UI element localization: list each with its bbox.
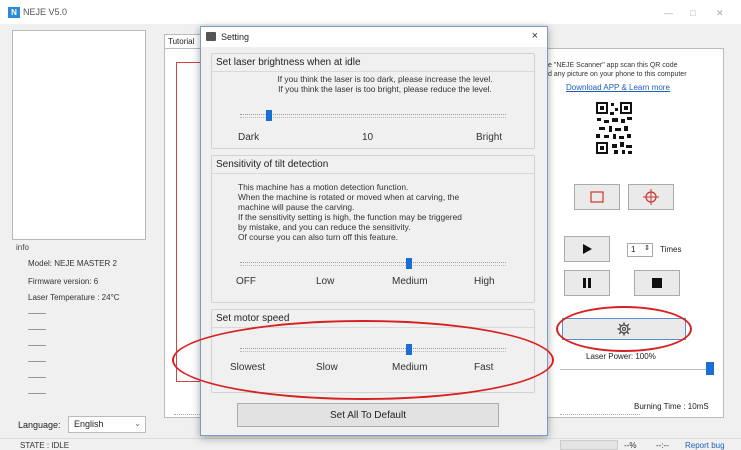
tilt-desc-line-3: machine will pause the carving. bbox=[238, 202, 355, 212]
brightness-slider-track[interactable] bbox=[240, 114, 506, 118]
laser-power-label: Laser Power: 100% bbox=[586, 352, 656, 361]
model-text: Model: NEJE MASTER 2 bbox=[28, 259, 117, 268]
crosshair-icon bbox=[629, 185, 673, 209]
tilt-desc-line-5: by mistake, and you can reduce the sensi… bbox=[238, 222, 411, 232]
app-logo: N bbox=[8, 7, 20, 18]
brightness-desc-1: If you think the laser is too dark, plea… bbox=[277, 74, 493, 84]
frame-button[interactable] bbox=[574, 184, 620, 210]
brightness-group: Set laser brightness when at idle If you… bbox=[211, 53, 535, 149]
image-list[interactable] bbox=[12, 30, 146, 240]
qr-instruction-line-2: d any picture on your phone to this comp… bbox=[548, 71, 687, 78]
group-separator bbox=[212, 71, 534, 72]
times-label: Times bbox=[660, 245, 682, 254]
state-text: STATE : IDLE bbox=[20, 441, 70, 450]
tilt-level-medium: Medium bbox=[392, 276, 428, 287]
firmware-text: Firmware version: 6 bbox=[28, 277, 99, 286]
printer-icon bbox=[206, 32, 216, 41]
dialog-titlebar: Setting × bbox=[201, 27, 547, 47]
group-separator bbox=[212, 327, 534, 328]
tilt-desc-line-2: When the machine is rotated or moved whe… bbox=[238, 192, 460, 202]
gear-icon bbox=[563, 319, 685, 339]
qr-code-image bbox=[594, 100, 634, 156]
laser-power-slider-thumb[interactable] bbox=[706, 362, 714, 375]
laser-power-slider-track[interactable] bbox=[560, 369, 714, 370]
language-value: English bbox=[74, 419, 104, 429]
set-all-default-button[interactable]: Set All To Default bbox=[237, 403, 499, 427]
info-divider bbox=[28, 345, 46, 346]
info-divider bbox=[28, 313, 46, 314]
tilt-slider-track[interactable] bbox=[240, 262, 506, 266]
maximize-button[interactable]: □ bbox=[690, 8, 695, 18]
play-icon bbox=[565, 237, 609, 261]
motor-speed-fast: Fast bbox=[474, 362, 494, 373]
info-divider bbox=[28, 393, 46, 394]
language-select[interactable]: English ⌄ bbox=[68, 416, 146, 433]
times-value: 1 bbox=[631, 245, 636, 254]
info-divider bbox=[28, 329, 46, 330]
brightness-value-label: 10 bbox=[362, 132, 374, 143]
settings-dialog: Setting × Set laser brightness when at i… bbox=[200, 26, 548, 436]
center-button[interactable] bbox=[628, 184, 674, 210]
pause-icon bbox=[565, 271, 609, 295]
motor-speed-group: Set motor speed Slowest Slow Medium Fast bbox=[211, 309, 535, 393]
motor-speed-slow: Slow bbox=[316, 362, 338, 373]
brightness-desc-2: If you think the laser is too bright, pl… bbox=[278, 84, 492, 94]
temperature-text: Laser Temperature : 24°C bbox=[28, 293, 120, 302]
burning-time-label: Burning Time : 10mS bbox=[634, 402, 709, 411]
stepper-arrows-icon: ⇕ bbox=[644, 245, 650, 252]
close-button[interactable]: ✕ bbox=[716, 8, 724, 19]
motor-speed-slowest: Slowest bbox=[230, 362, 266, 373]
pause-button[interactable] bbox=[564, 270, 610, 296]
progress-box bbox=[560, 440, 618, 450]
times-stepper[interactable]: 1 ⇕ bbox=[627, 243, 653, 257]
info-panel: info Model: NEJE MASTER 2 Firmware versi… bbox=[12, 243, 146, 403]
stop-button[interactable] bbox=[634, 270, 680, 296]
tilt-desc-line-1: This machine has a motion detection func… bbox=[238, 182, 409, 192]
elapsed-time: --:-- bbox=[656, 441, 669, 450]
qr-instruction-line-1: e "NEJE Scanner" app scan this QR code bbox=[548, 62, 678, 69]
tilt-level-low: Low bbox=[316, 276, 335, 287]
progress-percent: --% bbox=[624, 441, 637, 450]
motor-speed-title: Set motor speed bbox=[216, 313, 290, 324]
motor-speed-medium: Medium bbox=[392, 362, 428, 373]
dialog-title: Setting bbox=[221, 32, 250, 42]
motor-speed-slider-track[interactable] bbox=[240, 348, 506, 352]
tilt-level-off: OFF bbox=[236, 276, 256, 287]
main-titlebar: N NEJE V5.0 — □ ✕ bbox=[0, 0, 741, 24]
tilt-desc-line-4: If the sensitivity setting is high, the … bbox=[238, 212, 462, 222]
canvas-ruler bbox=[174, 414, 200, 415]
stop-icon bbox=[635, 271, 679, 295]
motor-speed-slider-thumb[interactable] bbox=[406, 344, 412, 355]
dialog-close-button[interactable]: × bbox=[532, 30, 538, 42]
brightness-min-label: Dark bbox=[238, 132, 260, 143]
report-bug-link[interactable]: Report bug bbox=[685, 441, 725, 450]
settings-button[interactable] bbox=[562, 318, 686, 340]
tilt-title: Sensitivity of tilt detection bbox=[216, 159, 329, 170]
app-title: NEJE V5.0 bbox=[23, 7, 68, 17]
brightness-slider-thumb[interactable] bbox=[266, 110, 272, 121]
minimize-button[interactable]: — bbox=[664, 8, 673, 18]
burning-time-track[interactable] bbox=[560, 414, 640, 415]
brightness-max-label: Bright bbox=[476, 132, 503, 143]
info-divider bbox=[28, 361, 46, 362]
download-app-link[interactable]: Download APP & Learn more bbox=[566, 83, 670, 92]
tab-tutorial[interactable]: Tutorial bbox=[164, 34, 204, 48]
frame-icon bbox=[575, 185, 619, 209]
tilt-level-high: High bbox=[474, 276, 495, 287]
info-title: info bbox=[16, 243, 29, 252]
info-divider bbox=[28, 377, 46, 378]
tilt-group: Sensitivity of tilt detection This machi… bbox=[211, 155, 535, 303]
language-label: Language: bbox=[18, 420, 61, 430]
group-separator bbox=[212, 173, 534, 174]
brightness-title: Set laser brightness when at idle bbox=[216, 57, 361, 68]
chevron-down-icon: ⌄ bbox=[134, 419, 141, 428]
start-button[interactable] bbox=[564, 236, 610, 262]
tilt-desc-line-6: Of course you can also turn off this fea… bbox=[238, 232, 398, 242]
tilt-slider-thumb[interactable] bbox=[406, 258, 412, 269]
